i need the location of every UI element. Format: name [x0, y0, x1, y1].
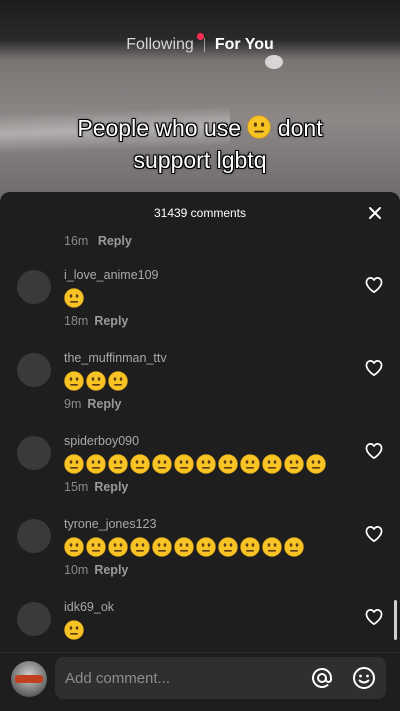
reply-button[interactable]: Reply [94, 314, 128, 328]
neutral-face-icon [218, 454, 238, 474]
comment-meta: 18m Reply [64, 314, 128, 328]
neutral-face-icon [152, 454, 172, 474]
comment-input-bar [0, 652, 400, 711]
comment-body [64, 454, 326, 476]
comment-meta: 10m Reply [64, 563, 128, 577]
comment-body [64, 620, 84, 642]
neutral-face-icon [262, 454, 282, 474]
feed-tabs: Following For You [0, 33, 400, 56]
comments-panel: 31439 comments 16m Reply i_love_anime109… [0, 192, 400, 711]
tab-following-label: Following [126, 36, 194, 53]
scrollbar[interactable] [394, 600, 397, 640]
comment-body [64, 288, 84, 310]
commenter-avatar[interactable] [17, 602, 51, 636]
comment-time: 10m [64, 563, 89, 577]
commenter-avatar[interactable] [17, 436, 51, 470]
comment-item[interactable]: i_love_anime109 18m Reply [0, 268, 400, 350]
comment-item[interactable]: idk69_ok [0, 600, 400, 652]
comment-item[interactable]: spiderboy090 15m Reply [0, 434, 400, 516]
caption-text-before: People who use [77, 115, 242, 141]
comment-body [64, 537, 304, 559]
caption-line-2: support lgbtq [133, 147, 267, 173]
neutral-face-icon [284, 454, 304, 474]
video-ceiling-light [265, 55, 283, 69]
new-content-dot [196, 33, 204, 40]
emoji-picker-icon[interactable] [352, 666, 376, 690]
comment-count: 31439 comments [153, 206, 247, 220]
commenter-avatar[interactable] [17, 353, 51, 387]
neutral-face-icon [247, 115, 272, 139]
comment-username[interactable]: tyrone_jones123 [64, 517, 156, 531]
neutral-face-icon [152, 537, 172, 557]
neutral-face-icon [240, 454, 260, 474]
close-icon[interactable] [366, 204, 384, 222]
comment-username[interactable]: the_muffinman_ttv [64, 351, 167, 365]
comment-time: 16m [64, 234, 89, 248]
commenter-avatar[interactable] [17, 519, 51, 553]
comment-item[interactable]: tyrone_jones123 10m Reply [0, 517, 400, 599]
tab-for-you[interactable]: For You [205, 36, 284, 54]
comments-list[interactable]: 16m Reply i_love_anime109 18m Reply the_muf… [0, 232, 400, 652]
neutral-face-icon [86, 454, 106, 474]
comment-time: 9m [64, 397, 82, 411]
comment-username[interactable]: i_love_anime109 [64, 268, 159, 282]
tab-following[interactable]: Following [116, 33, 204, 54]
like-heart-icon[interactable] [364, 608, 384, 626]
my-avatar [11, 661, 47, 697]
mention-icon[interactable] [310, 666, 334, 690]
neutral-face-icon [130, 454, 150, 474]
neutral-face-icon [64, 371, 84, 391]
caption-text-after: dont [277, 115, 323, 141]
comments-header: 31439 comments [0, 192, 400, 234]
neutral-face-icon [64, 288, 84, 308]
neutral-face-icon [174, 454, 194, 474]
neutral-face-icon [174, 537, 194, 557]
neutral-face-icon [86, 537, 106, 557]
video-caption: People who use dont support lgbtq [0, 112, 400, 176]
neutral-face-icon [108, 537, 128, 557]
neutral-face-icon [64, 537, 84, 557]
like-heart-icon[interactable] [364, 276, 384, 294]
neutral-face-icon [86, 371, 106, 391]
neutral-face-icon [108, 454, 128, 474]
reply-button[interactable]: Reply [94, 480, 128, 494]
avatar-band [15, 675, 43, 683]
commenter-avatar[interactable] [17, 270, 51, 304]
comment-input[interactable] [65, 669, 295, 687]
comment-username[interactable]: spiderboy090 [64, 434, 139, 448]
comment-meta: 9m Reply [64, 397, 121, 411]
neutral-face-icon [262, 537, 282, 557]
comment-meta: 15m Reply [64, 480, 128, 494]
neutral-face-icon [64, 454, 84, 474]
neutral-face-icon [64, 620, 84, 640]
comment-item[interactable]: the_muffinman_ttv 9m Reply [0, 351, 400, 433]
like-heart-icon[interactable] [364, 525, 384, 543]
neutral-face-icon [130, 537, 150, 557]
tab-for-you-label: For You [214, 36, 274, 53]
comment-time: 18m [64, 314, 89, 328]
neutral-face-icon [240, 537, 260, 557]
neutral-face-icon [196, 537, 216, 557]
comment-body [64, 371, 128, 393]
comment-username[interactable]: idk69_ok [64, 600, 114, 614]
reply-button[interactable]: Reply [94, 563, 128, 577]
neutral-face-icon [108, 371, 128, 391]
like-heart-icon[interactable] [364, 359, 384, 377]
neutral-face-icon [218, 537, 238, 557]
reply-button[interactable]: Reply [98, 234, 132, 248]
neutral-face-icon [284, 537, 304, 557]
reply-button[interactable]: Reply [87, 397, 121, 411]
neutral-face-icon [196, 454, 216, 474]
comment-time: 15m [64, 480, 89, 494]
neutral-face-icon [306, 454, 326, 474]
like-heart-icon[interactable] [364, 442, 384, 460]
comment-input-box[interactable] [55, 657, 386, 699]
caption-line-1: People who use dont [0, 112, 400, 144]
partial-comment-meta: 16m Reply [64, 234, 132, 248]
